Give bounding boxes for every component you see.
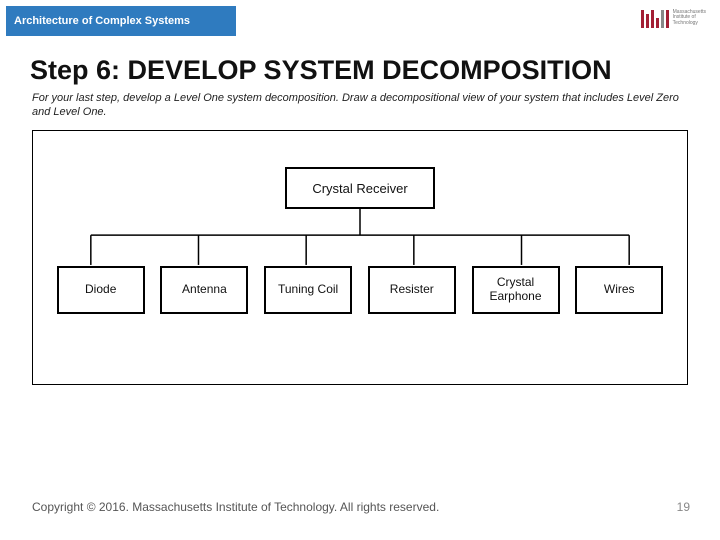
child-node-antenna: Antenna bbox=[160, 266, 248, 314]
header-subject-bar: Architecture of Complex Systems bbox=[6, 6, 236, 36]
diagram-frame: Crystal Receiver Diode Antenna Tuning Co… bbox=[32, 130, 688, 385]
child-node-crystal-earphone: Crystal Earphone bbox=[472, 266, 560, 314]
root-node: Crystal Receiver bbox=[285, 167, 435, 209]
page-title: Step 6: DEVELOP SYSTEM DECOMPOSITION bbox=[30, 55, 612, 86]
mit-logo: Massachusetts Institute of Technology bbox=[641, 8, 706, 28]
mit-logo-bars bbox=[641, 8, 669, 28]
instructions-text: For your last step, develop a Level One … bbox=[32, 92, 680, 120]
child-node-resister: Resister bbox=[368, 266, 456, 314]
root-node-label: Crystal Receiver bbox=[312, 181, 407, 196]
copyright-footer: Copyright © 2016. Massachusetts Institut… bbox=[32, 500, 439, 514]
child-node-tuning-coil: Tuning Coil bbox=[264, 266, 352, 314]
header-subject-text: Architecture of Complex Systems bbox=[14, 15, 190, 27]
child-node-wires: Wires bbox=[575, 266, 663, 314]
child-node-diode: Diode bbox=[57, 266, 145, 314]
mit-logo-text: Massachusetts Institute of Technology bbox=[673, 10, 706, 27]
page-number: 19 bbox=[677, 500, 690, 514]
children-row: Diode Antenna Tuning Coil Resister Cryst… bbox=[33, 266, 687, 314]
